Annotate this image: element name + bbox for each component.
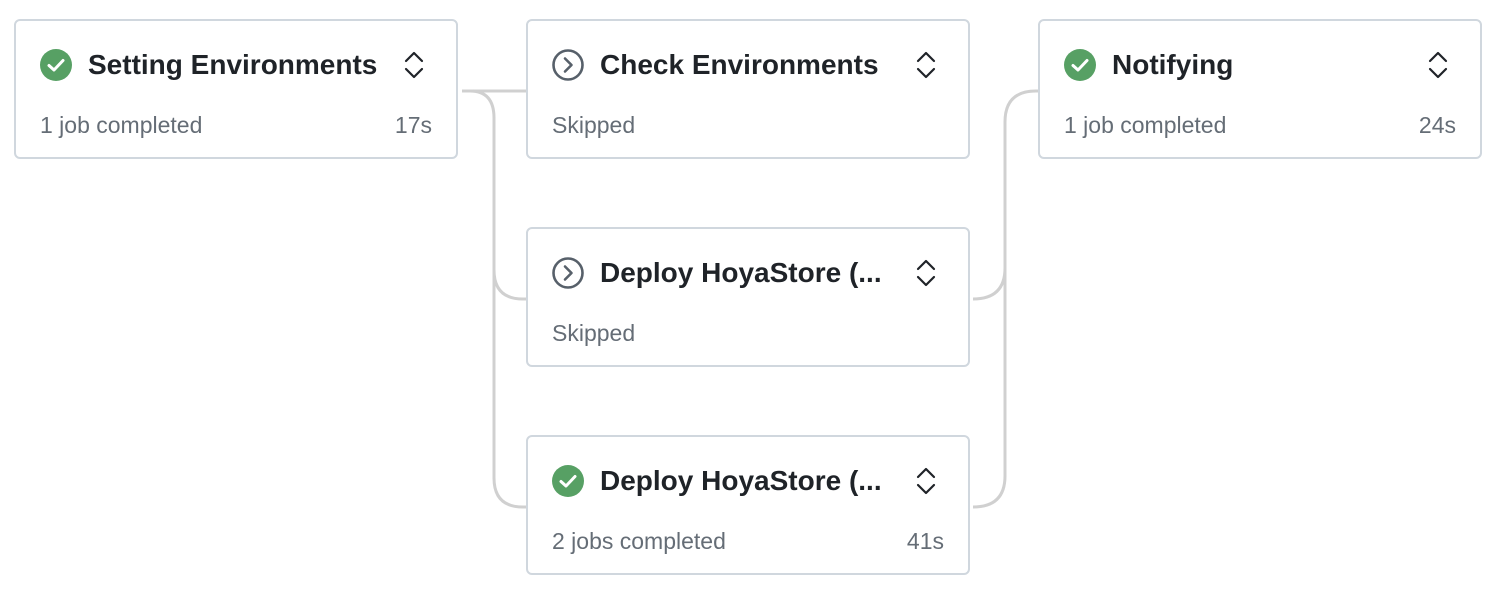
check-circle-icon [1064, 49, 1096, 81]
check-circle-icon [40, 49, 72, 81]
job-card-notifying[interactable]: Notifying 1 job completed 24s [1038, 19, 1482, 159]
expand-collapse-icon[interactable] [914, 465, 938, 497]
expand-collapse-icon[interactable] [914, 49, 938, 81]
connector-setting-to-deploy-a [462, 89, 527, 301]
job-title: Deploy HoyaStore (... [600, 257, 882, 288]
connector-deploy-b-to-notifying [972, 268, 1007, 509]
job-duration: 24s [1418, 112, 1456, 138]
connector-deploy-a-to-notifying [972, 89, 1039, 301]
job-duration: 41s [906, 528, 944, 554]
job-duration: 17s [394, 112, 432, 138]
skip-circle-icon [552, 257, 584, 289]
job-title: Check Environments [600, 49, 879, 80]
job-status-text: 1 job completed [1064, 112, 1227, 138]
job-title: Setting Environments [88, 49, 378, 80]
skip-circle-icon [552, 49, 584, 81]
job-card-deploy-hoyastore-completed[interactable]: Deploy HoyaStore (... 2 jobs completed 4… [526, 435, 970, 575]
job-status-text: 2 jobs completed [552, 528, 726, 554]
job-card-deploy-hoyastore-skipped[interactable]: Deploy HoyaStore (... Skipped [526, 227, 970, 367]
expand-collapse-icon[interactable] [914, 257, 938, 289]
check-circle-icon [552, 465, 584, 497]
job-title: Deploy HoyaStore (... [600, 465, 882, 496]
job-status-text: 1 job completed [40, 112, 203, 138]
job-status-text: Skipped [552, 112, 636, 138]
job-title: Notifying [1112, 49, 1234, 80]
connector-setting-to-deploy-b [492, 270, 527, 509]
job-status-text: Skipped [552, 320, 636, 346]
expand-collapse-icon[interactable] [1426, 49, 1450, 81]
job-card-check-environments[interactable]: Check Environments Skipped [526, 19, 970, 159]
expand-collapse-icon[interactable] [402, 49, 426, 81]
job-card-setting-environments[interactable]: Setting Environments 1 job completed 17s [14, 19, 458, 159]
